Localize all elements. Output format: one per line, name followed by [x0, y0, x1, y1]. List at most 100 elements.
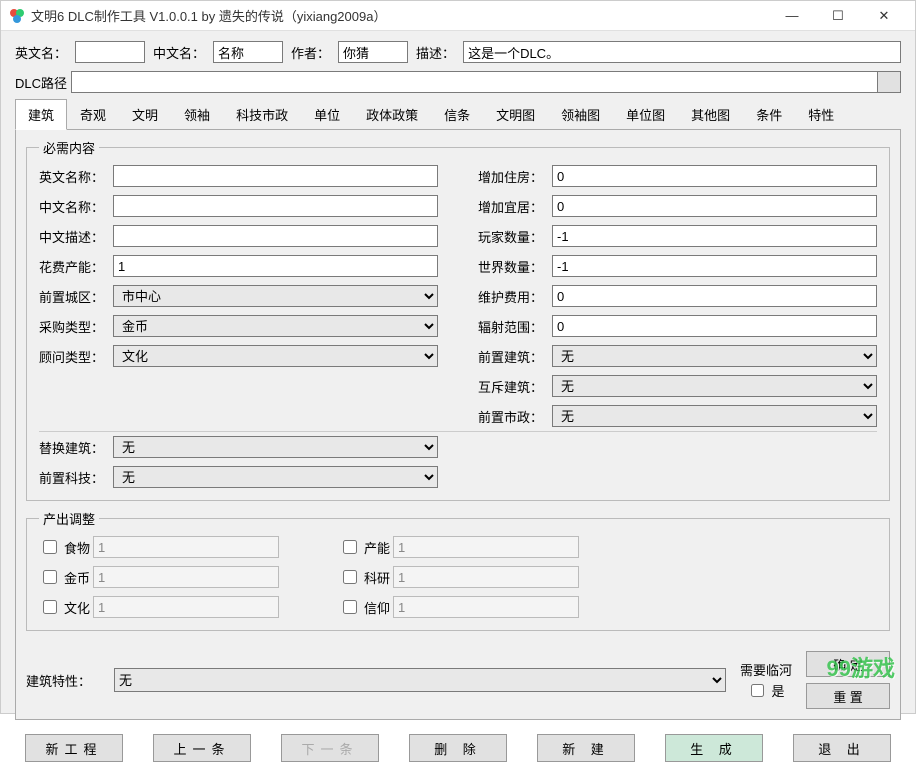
tab-content: 必需内容 英文名称： 中文名称： 中文描述： 花费产能： 前置城区：市中心 采购… — [15, 130, 901, 720]
req-district-select[interactable]: 市中心 — [113, 285, 438, 307]
mutex-label: 互斥建筑： — [478, 377, 552, 396]
tab-leader[interactable]: 领袖 — [171, 99, 223, 129]
range-input[interactable] — [552, 315, 877, 337]
cult-checkbox[interactable] — [43, 600, 57, 614]
author-label: 作者： — [291, 43, 330, 62]
prod-input[interactable] — [393, 536, 579, 558]
civic-select[interactable]: 无 — [552, 405, 877, 427]
path-input[interactable] — [71, 71, 878, 93]
faith-input[interactable] — [393, 596, 579, 618]
sci-checkbox[interactable] — [343, 570, 357, 584]
close-button[interactable]: ✕ — [861, 1, 907, 31]
reset-button[interactable]: 重 置 — [806, 683, 890, 709]
req-advisor-select[interactable]: 文化 — [113, 345, 438, 367]
sci-input[interactable] — [393, 566, 579, 588]
river-label: 需要临河 — [740, 660, 792, 679]
replace-select[interactable]: 无 — [113, 436, 438, 458]
civic-label: 前置市政： — [478, 407, 552, 426]
new-project-button[interactable]: 新工程 — [25, 734, 123, 762]
exit-button[interactable]: 退 出 — [793, 734, 891, 762]
housing-input[interactable] — [552, 165, 877, 187]
req-cost-input[interactable] — [113, 255, 438, 277]
tab-civimg[interactable]: 文明图 — [483, 99, 548, 129]
req-purchase-select[interactable]: 金币 — [113, 315, 438, 337]
tab-unitimg[interactable]: 单位图 — [613, 99, 678, 129]
author-input[interactable] — [338, 41, 408, 63]
req-cost-label: 花费产能： — [39, 257, 113, 276]
minimize-button[interactable]: — — [769, 1, 815, 31]
req-cnname-input[interactable] — [113, 195, 438, 217]
path-row: DLC路径 — [15, 71, 901, 93]
amenity-input[interactable] — [552, 195, 877, 217]
required-group: 必需内容 英文名称： 中文名称： 中文描述： 花费产能： 前置城区：市中心 采购… — [26, 138, 890, 501]
tab-trait[interactable]: 特性 — [795, 99, 847, 129]
titlebar: 文明6 DLC制作工具 V1.0.0.1 by 遗失的传说（yixiang200… — [1, 1, 915, 31]
sci-label: 科研 — [364, 568, 390, 587]
tab-otherimg[interactable]: 其他图 — [678, 99, 743, 129]
maximize-button[interactable]: ☐ — [815, 1, 861, 31]
cult-input[interactable] — [93, 596, 279, 618]
new-item-button[interactable]: 新 建 — [537, 734, 635, 762]
delete-button[interactable]: 删 除 — [409, 734, 507, 762]
prereq-select[interactable]: 无 — [552, 345, 877, 367]
req-enname-input[interactable] — [113, 165, 438, 187]
world-label: 世界数量： — [478, 257, 552, 276]
tab-leaderimg[interactable]: 领袖图 — [548, 99, 613, 129]
desc-input[interactable] — [463, 41, 901, 63]
cn-name-label: 中文名： — [153, 43, 205, 62]
player-input[interactable] — [552, 225, 877, 247]
trait-row: 建筑特性： 无 需要临河 是 确 定 重 置 — [26, 651, 890, 709]
prev-button[interactable]: 上一条 — [153, 734, 251, 762]
en-name-label: 英文名： — [15, 43, 67, 62]
trait-select[interactable]: 无 — [114, 668, 726, 692]
generate-button[interactable]: 生 成 — [665, 734, 763, 762]
bottom-toolbar: 新工程 上一条 下一条 删 除 新 建 生 成 退 出 — [15, 720, 901, 762]
required-legend: 必需内容 — [39, 138, 99, 157]
food-checkbox[interactable] — [43, 540, 57, 554]
app-icon — [9, 8, 25, 24]
cn-name-input[interactable] — [213, 41, 283, 63]
tab-building[interactable]: 建筑 — [15, 99, 67, 130]
req-district-label: 前置城区： — [39, 287, 113, 306]
gold-input[interactable] — [93, 566, 279, 588]
tab-policy[interactable]: 政体政策 — [353, 99, 431, 129]
req-cndesc-input[interactable] — [113, 225, 438, 247]
path-browse-button[interactable] — [877, 71, 901, 93]
window-title: 文明6 DLC制作工具 V1.0.0.1 by 遗失的传说（yixiang200… — [31, 6, 769, 25]
gold-checkbox[interactable] — [43, 570, 57, 584]
faith-label: 信仰 — [364, 598, 390, 617]
tab-tech[interactable]: 科技市政 — [223, 99, 301, 129]
replace-label: 替换建筑： — [39, 438, 113, 457]
req-purchase-label: 采购类型： — [39, 317, 113, 336]
gold-label: 金币 — [64, 568, 90, 587]
header-inputs: 英文名： 中文名： 作者： 描述： — [15, 41, 901, 63]
player-label: 玩家数量： — [478, 227, 552, 246]
tab-condition[interactable]: 条件 — [743, 99, 795, 129]
prod-checkbox[interactable] — [343, 540, 357, 554]
ok-button[interactable]: 确 定 — [806, 651, 890, 677]
maint-input[interactable] — [552, 285, 877, 307]
pretech-label: 前置科技： — [39, 468, 113, 487]
en-name-input[interactable] — [75, 41, 145, 63]
world-input[interactable] — [552, 255, 877, 277]
req-enname-label: 英文名称： — [39, 167, 113, 186]
mutex-select[interactable]: 无 — [552, 375, 877, 397]
yields-legend: 产出调整 — [39, 509, 99, 528]
trait-label: 建筑特性： — [26, 671, 100, 690]
river-checkbox[interactable] — [751, 684, 764, 697]
tab-civ[interactable]: 文明 — [119, 99, 171, 129]
pretech-select[interactable]: 无 — [113, 466, 438, 488]
cult-label: 文化 — [64, 598, 90, 617]
tab-wonder[interactable]: 奇观 — [67, 99, 119, 129]
prod-label: 产能 — [364, 538, 390, 557]
food-input[interactable] — [93, 536, 279, 558]
tab-bar: 建筑 奇观 文明 领袖 科技市政 单位 政体政策 信条 文明图 领袖图 单位图 … — [15, 99, 901, 130]
next-button[interactable]: 下一条 — [281, 734, 379, 762]
prereq-label: 前置建筑： — [478, 347, 552, 366]
tab-belief[interactable]: 信条 — [431, 99, 483, 129]
req-advisor-label: 顾问类型： — [39, 347, 113, 366]
range-label: 辐射范围： — [478, 317, 552, 336]
river-yes-label: 是 — [771, 681, 784, 700]
tab-unit[interactable]: 单位 — [301, 99, 353, 129]
faith-checkbox[interactable] — [343, 600, 357, 614]
